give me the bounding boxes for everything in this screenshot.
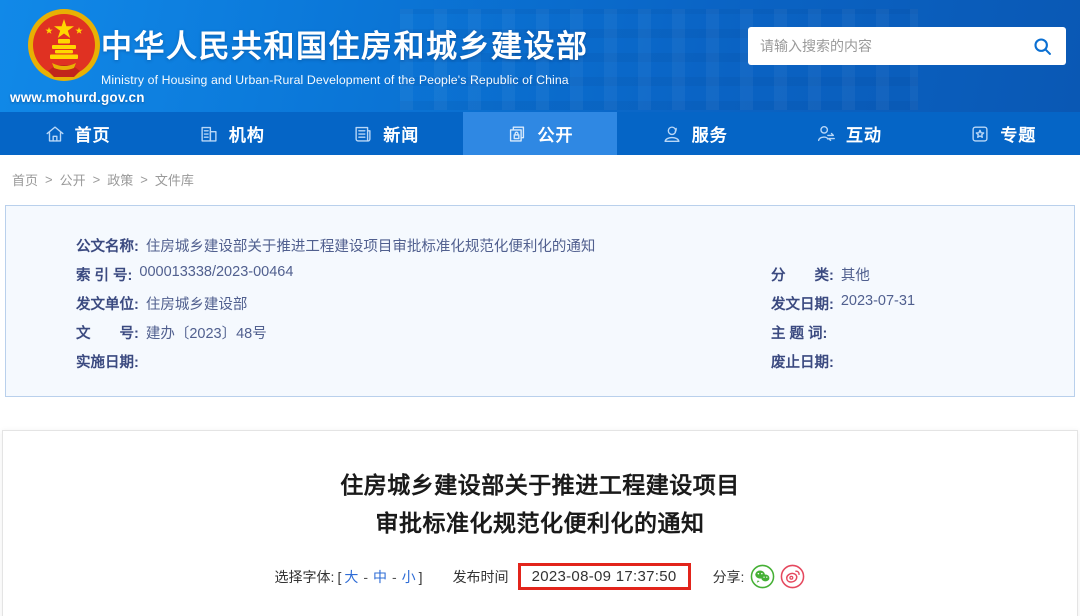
topics-icon: [972, 125, 988, 142]
search-bar: [748, 27, 1066, 65]
national-emblem-icon: [28, 9, 100, 81]
meta-row: 文 号: 建办〔2023〕48号 主 题 词:: [6, 318, 1074, 347]
nav-item-organization[interactable]: 机构: [154, 112, 308, 155]
weibo-share-icon[interactable]: [780, 564, 805, 589]
article-card: 住房城乡建设部关于推进工程建设项目 审批标准化规范化便利化的通知 选择字体: […: [2, 430, 1078, 616]
search-icon[interactable]: [1030, 34, 1054, 58]
breadcrumb-home[interactable]: 首页: [12, 170, 38, 189]
meta-row: 索 引 号: 000013338/2023-00464 分 类: 其他: [6, 260, 1074, 289]
breadcrumb: 首页 > 公开 > 政策 > 文件库: [0, 155, 1080, 203]
nav-item-disclosure[interactable]: 公开: [462, 112, 618, 155]
service-icon: [664, 125, 680, 142]
breadcrumb-library[interactable]: 文件库: [155, 170, 194, 189]
nav-item-interaction[interactable]: 互动: [771, 112, 925, 155]
bracket: [: [337, 568, 342, 585]
breadcrumb-policy[interactable]: 政策: [107, 170, 133, 189]
home-icon: [46, 125, 64, 142]
publish-time-highlight: 2023-08-09 17:37:50: [517, 563, 691, 590]
index-number-value: 000013338/2023-00464: [139, 264, 294, 280]
interaction-icon: [818, 125, 835, 141]
effective-date-label: 实施日期:: [76, 355, 139, 371]
article-title: 住房城乡建设部关于推进工程建设项目 审批标准化规范化便利化的通知: [340, 472, 740, 536]
font-separator: -: [392, 568, 397, 585]
repeal-date-label: 废止日期:: [771, 355, 834, 371]
bracket: ]: [418, 568, 423, 585]
category-label: 分 类:: [771, 268, 834, 284]
main-nav: 首页 机构 新闻 公开 服务 互动 专题: [0, 112, 1080, 155]
share-label: 分享:: [712, 568, 745, 585]
index-number-label: 索 引 号:: [76, 268, 133, 284]
nav-item-topics[interactable]: 专题: [926, 112, 1080, 155]
wechat-share-icon[interactable]: [750, 564, 775, 589]
site-url: www.mohurd.gov.cn: [10, 90, 145, 105]
news-icon: [355, 126, 371, 142]
site-title-english: Ministry of Housing and Urban-Rural Deve…: [101, 73, 569, 87]
meta-row: 实施日期: 废止日期:: [6, 347, 1074, 376]
font-picker-label: 选择字体:: [274, 568, 335, 585]
breadcrumb-separator: >: [92, 171, 101, 187]
issue-date-label: 发文日期:: [771, 297, 834, 313]
issuer-value: 住房城乡建设部: [145, 297, 248, 313]
breadcrumb-separator: >: [140, 171, 148, 187]
meta-row: 公文名称: 住房城乡建设部关于推进工程建设项目审批标准化规范化便利化的通知: [6, 231, 1074, 260]
doc-name-value: 住房城乡建设部关于推进工程建设项目审批标准化规范化便利化的通知: [145, 239, 596, 255]
nav-item-home[interactable]: 首页: [0, 112, 154, 155]
font-separator: -: [363, 568, 368, 585]
doc-number-label: 文 号:: [76, 326, 139, 342]
document-meta-card: 公文名称: 住房城乡建设部关于推进工程建设项目审批标准化规范化便利化的通知 索 …: [5, 205, 1075, 397]
font-size-medium[interactable]: 中: [373, 567, 387, 587]
category-value: 其他: [840, 268, 870, 284]
breadcrumb-disclosure[interactable]: 公开: [60, 170, 86, 189]
issue-date-value: 2023-07-31: [840, 293, 916, 309]
nav-item-service[interactable]: 服务: [617, 112, 771, 155]
meta-row: 发文单位: 住房城乡建设部 发文日期: 2023-07-31: [6, 289, 1074, 318]
publish-time-value: 2023-08-09 17:37:50: [531, 568, 677, 585]
search-input[interactable]: [760, 38, 1030, 54]
issuer-label: 发文单位:: [76, 297, 139, 313]
site-title: 中华人民共和国住房和城乡建设部: [101, 29, 589, 64]
doc-name-label: 公文名称:: [76, 239, 139, 255]
article-toolbar: 选择字体: [ 大 - 中 - 小 ] 发布时间 2023-08-09 17:3…: [3, 563, 1077, 590]
font-size-large[interactable]: 大: [344, 567, 358, 587]
publish-time-label: 发布时间: [452, 568, 509, 585]
doc-number-value: 建办〔2023〕48号: [145, 326, 267, 342]
font-size-picker: 选择字体: [ 大 - 中 - 小 ]: [275, 567, 423, 587]
organization-icon: [201, 126, 217, 142]
font-size-small[interactable]: 小: [402, 567, 416, 587]
disclosure-icon: [510, 125, 525, 142]
keywords-label: 主 题 词:: [771, 326, 828, 342]
nav-item-news[interactable]: 新闻: [309, 112, 463, 155]
site-header: www.mohurd.gov.cn 中华人民共和国住房和城乡建设部 Minist…: [0, 0, 1080, 112]
breadcrumb-separator: >: [45, 171, 53, 187]
